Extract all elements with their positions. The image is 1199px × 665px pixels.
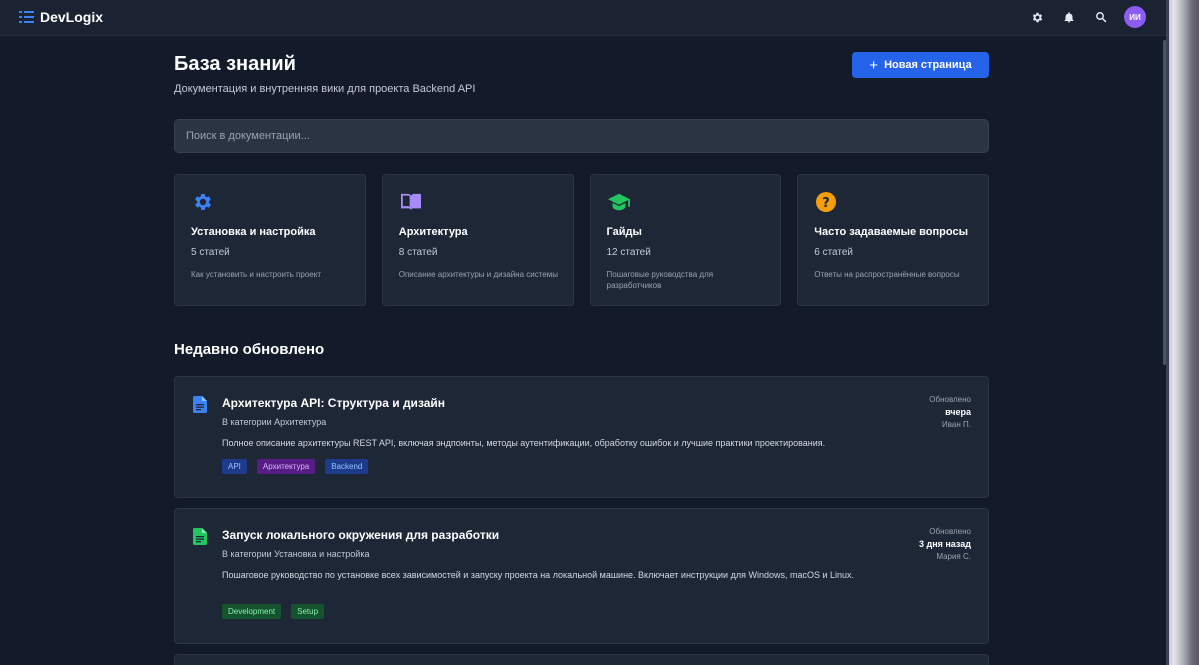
doc-tags: API Архитектура Backend [222,459,369,474]
gear-icon [1032,12,1042,22]
book-icon [400,191,422,213]
settings-button[interactable] [1028,6,1046,28]
plus-icon: + [869,56,879,74]
category-count: 6 статей [814,247,854,258]
bell-icon [1064,11,1074,22]
category-name: Гайды [606,226,642,238]
brand-name: DevLogix [40,9,104,25]
category-count: 5 статей [191,247,230,258]
updated-when: 3 дня назад [918,539,971,549]
category-description: Пошаговые руководства для разработчиков [606,270,714,290]
category-name: Архитектура [398,226,468,238]
category-description: Как установить и настроить проект [191,270,321,279]
tag[interactable]: Setup [291,604,325,619]
doc-meta: Обновлено 3 дня назад Мария С. [919,526,971,562]
document-icon [193,528,207,545]
new-page-button[interactable]: + Новая страница [852,52,989,78]
tag[interactable]: Backend [325,459,369,474]
category-name: Установка и настройка [191,226,316,238]
recent-doc-card[interactable] [174,654,989,665]
category-description: Ответы на распространённые вопросы [814,270,960,279]
doc-title[interactable]: Запуск локального окружения для разработ… [222,528,499,542]
page-title: База знаний [174,53,296,75]
tag[interactable]: API [222,459,247,474]
category-card-architecture[interactable]: Архитектура 8 статей Описание архитектур… [381,174,574,306]
category-card-guides[interactable]: Гайды 12 статей Пошаговые руководства дл… [589,174,782,306]
graduation-cap-icon [607,191,630,213]
brand[interactable]: DevLogix [19,9,103,25]
window-edge [1166,0,1199,665]
category-grid: Установка и настройка 5 статей Как устан… [174,174,989,306]
page-subtitle: Документация и внутренняя вики для проек… [174,83,476,95]
doc-author: Мария С. [936,552,971,561]
category-name: Часто задаваемые вопросы [814,226,968,238]
search-button[interactable] [1092,6,1110,28]
new-page-label: Новая страница [884,59,972,71]
doc-category: В категории Архитектура [222,417,327,427]
page: DevLogix ИИ База знаний Документация и в… [0,0,1166,665]
top-bar: DevLogix ИИ [0,0,1166,36]
tag[interactable]: Архитектура [256,459,316,474]
updated-label: Обновлено [929,395,971,404]
category-card-setup[interactable]: Установка и настройка 5 статей Как устан… [174,174,366,306]
category-description: Описание архитектуры и дизайна системы [398,270,559,279]
search-icon [1096,12,1107,23]
category-count: 12 статей [606,247,651,258]
recent-section-title: Недавно обновлено [174,341,325,358]
notifications-button[interactable] [1060,6,1078,28]
doc-author: Иван П. [942,420,971,429]
document-icon [193,396,207,413]
category-count: 8 статей [398,247,438,258]
doc-title[interactable]: Архитектура API: Структура и дизайн [222,396,445,410]
doc-description: Полное описание архитектуры REST API, вк… [222,438,826,448]
gear-icon [192,191,214,213]
doc-tags: Development Setup [222,604,325,619]
doc-category: В категории Установка и настройка [222,549,370,559]
updated-label: Обновлено [929,527,971,536]
search-input[interactable] [174,119,989,153]
svg-text:?: ? [822,196,830,211]
avatar[interactable]: ИИ [1124,6,1146,28]
doc-meta: Обновлено вчера Иван П. [929,394,971,430]
recent-doc-card[interactable]: Запуск локального окружения для разработ… [174,508,989,644]
recent-doc-card[interactable]: Архитектура API: Структура и дизайн В ка… [174,376,989,498]
category-card-faq[interactable]: ? Часто задаваемые вопросы 6 статей Отве… [797,174,989,306]
list-icon [19,11,34,23]
doc-description: Пошаговое руководство по установке всех … [222,570,855,580]
question-icon: ? [815,191,837,213]
tag[interactable]: Development [222,604,282,619]
updated-when: вчера [945,407,971,417]
